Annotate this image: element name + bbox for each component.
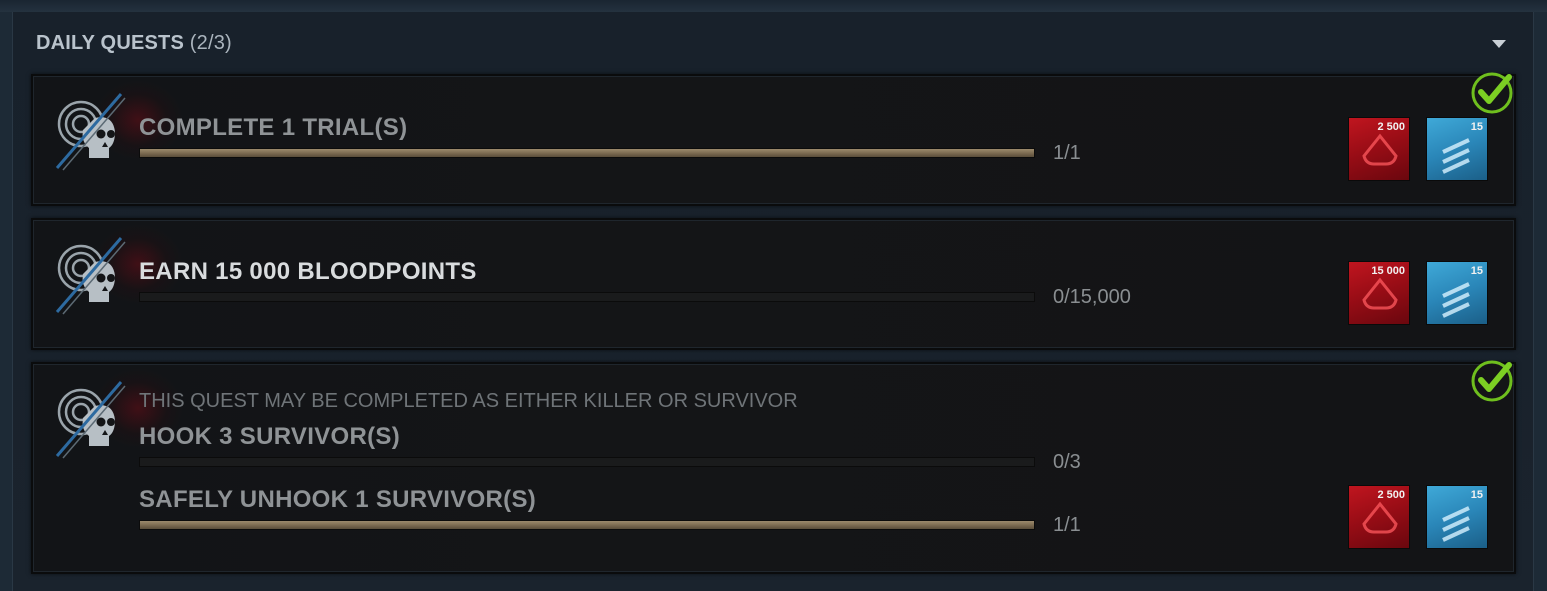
reward-amount: 15 xyxy=(1470,265,1483,277)
skull-icon xyxy=(55,237,126,315)
quest-note: THIS QUEST MAY BE COMPLETED AS EITHER KI… xyxy=(139,390,798,412)
bloodpoints-reward[interactable]: 15 000 xyxy=(1348,261,1410,325)
rift-fragments-reward[interactable]: 15 xyxy=(1426,117,1488,181)
reward-amount: 2 500 xyxy=(1377,489,1405,501)
quest-progress-fill xyxy=(140,149,1034,157)
chevron-down-icon[interactable] xyxy=(1491,38,1507,50)
panel-count: (2/3) xyxy=(189,32,232,54)
objective-progress-bar xyxy=(139,520,1035,530)
reward-amount: 15 xyxy=(1470,489,1483,501)
objective-title: HOOK 3 SURVIVOR(S) xyxy=(139,423,400,450)
bloodpoints-reward[interactable]: 2 500 xyxy=(1348,485,1410,549)
quest-card-2[interactable]: EARN 15 000 BLOODPOINTS 0/15,000 15 000 … xyxy=(31,218,1516,350)
quest-card-3[interactable]: THIS QUEST MAY BE COMPLETED AS EITHER KI… xyxy=(31,360,1516,574)
daily-quests-panel: DAILY QUESTS (2/3) COMPLETE 1 TRIAL(S) 1… xyxy=(12,12,1534,591)
quest-title: EARN 15 000 BLOODPOINTS xyxy=(139,258,477,285)
skull-icon xyxy=(55,381,126,459)
quest-progress-text: 1/1 xyxy=(1053,142,1081,164)
bloodpoints-reward[interactable]: 2 500 xyxy=(1348,117,1410,181)
panel-title: DAILY QUESTS xyxy=(36,32,184,54)
panel-header[interactable]: DAILY QUESTS (2/3) xyxy=(36,32,232,58)
rift-fragments-reward[interactable]: 15 xyxy=(1426,261,1488,325)
quest-progress-bar xyxy=(139,292,1035,302)
completed-check-icon xyxy=(1471,72,1513,114)
objective-progress-text: 0/3 xyxy=(1053,451,1081,473)
rift-fragments-reward[interactable]: 15 xyxy=(1426,485,1488,549)
reward-amount: 15 000 xyxy=(1371,265,1405,277)
quest-title: COMPLETE 1 TRIAL(S) xyxy=(139,114,408,141)
reward-amount: 15 xyxy=(1470,121,1483,133)
reward-amount: 2 500 xyxy=(1377,121,1405,133)
top-strip xyxy=(0,0,1547,12)
objective-progress-bar xyxy=(139,457,1035,467)
quest-progress-bar xyxy=(139,148,1035,158)
quest-progress-text: 0/15,000 xyxy=(1053,286,1131,308)
objective-title: SAFELY UNHOOK 1 SURVIVOR(S) xyxy=(139,486,537,513)
completed-check-icon xyxy=(1471,360,1513,402)
skull-icon xyxy=(55,93,126,171)
quest-card-1[interactable]: COMPLETE 1 TRIAL(S) 1/1 2 500 15 xyxy=(31,72,1516,206)
objective-progress-fill xyxy=(140,521,1034,529)
objective-progress-text: 1/1 xyxy=(1053,514,1081,536)
